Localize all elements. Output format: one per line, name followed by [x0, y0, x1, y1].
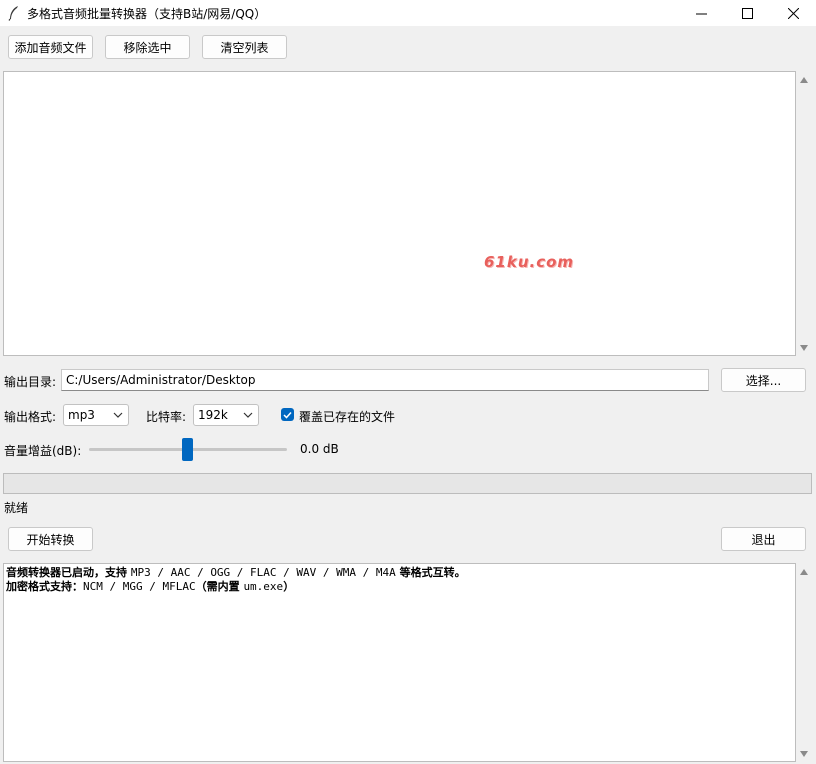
chevron-down-icon: [113, 412, 123, 418]
log-text: ）: [283, 580, 295, 593]
bitrate-label: 比特率:: [146, 410, 187, 424]
status-text: 就绪: [4, 501, 29, 515]
scroll-up-icon[interactable]: [800, 569, 808, 575]
log-line: 音频转换器已启动，支持 MP3 / AAC / OGG / FLAC / WAV…: [6, 566, 793, 580]
minimize-button[interactable]: [678, 0, 724, 26]
browse-button[interactable]: 选择...: [721, 368, 806, 392]
exit-button[interactable]: 退出: [721, 527, 806, 551]
close-button[interactable]: [770, 0, 816, 26]
file-list[interactable]: [3, 71, 796, 356]
clear-list-button[interactable]: 清空列表: [202, 35, 287, 59]
log-text: 等格式互转。: [395, 566, 466, 579]
watermark: 61ku.com: [484, 253, 575, 271]
scroll-up-icon[interactable]: [800, 77, 808, 83]
scroll-down-icon[interactable]: [800, 751, 808, 757]
window-controls: [678, 0, 816, 26]
maximize-button[interactable]: [724, 0, 770, 26]
progress-bar: [3, 473, 812, 494]
feather-icon: [7, 5, 21, 21]
overwrite-checkbox[interactable]: [281, 408, 294, 421]
title-bar: 多格式音频批量转换器（支持B站/网易/QQ）: [0, 0, 816, 26]
log-output[interactable]: 音频转换器已启动，支持 MP3 / AAC / OGG / FLAC / WAV…: [3, 563, 796, 762]
bitrate-select-value: 192k: [198, 408, 228, 422]
output-dir-label: 输出目录:: [4, 375, 57, 389]
remove-selected-button[interactable]: 移除选中: [105, 35, 190, 59]
scroll-down-icon[interactable]: [800, 345, 808, 351]
gain-value: 0.0 dB: [300, 442, 339, 456]
log-text: MP3 / AAC / OGG / FLAC / WAV / WMA / M4A: [130, 566, 396, 579]
log-text: NCM / MGG / MFLAC: [83, 580, 196, 593]
checkmark-icon: [283, 411, 292, 419]
output-dir-input[interactable]: C:/Users/Administrator/Desktop: [61, 369, 709, 391]
close-icon: [787, 7, 799, 19]
chevron-down-icon: [243, 412, 253, 418]
format-label: 输出格式:: [4, 410, 57, 424]
log-text: um.exe: [243, 580, 284, 593]
log-scrollbar[interactable]: [796, 563, 812, 762]
start-convert-button[interactable]: 开始转换: [8, 527, 93, 551]
window-title: 多格式音频批量转换器（支持B站/网易/QQ）: [27, 6, 267, 21]
log-line: 加密格式支持：NCM / MGG / MFLAC（需内置 um.exe）: [6, 580, 793, 594]
format-select[interactable]: mp3: [63, 404, 129, 426]
file-list-scrollbar[interactable]: [796, 71, 812, 356]
bitrate-select[interactable]: 192k: [193, 404, 259, 426]
overwrite-label[interactable]: 覆盖已存在的文件: [299, 408, 395, 425]
maximize-icon: [741, 7, 753, 19]
log-text: （需内置: [195, 580, 244, 593]
log-text: 音频转换器已启动，支持: [6, 566, 131, 579]
add-audio-button[interactable]: 添加音频文件: [8, 35, 93, 59]
log-text: 加密格式支持：: [6, 580, 83, 593]
format-select-value: mp3: [68, 408, 95, 422]
minimize-icon: [695, 13, 707, 14]
gain-slider-thumb[interactable]: [182, 438, 193, 461]
gain-label: 音量增益(dB):: [4, 444, 82, 458]
